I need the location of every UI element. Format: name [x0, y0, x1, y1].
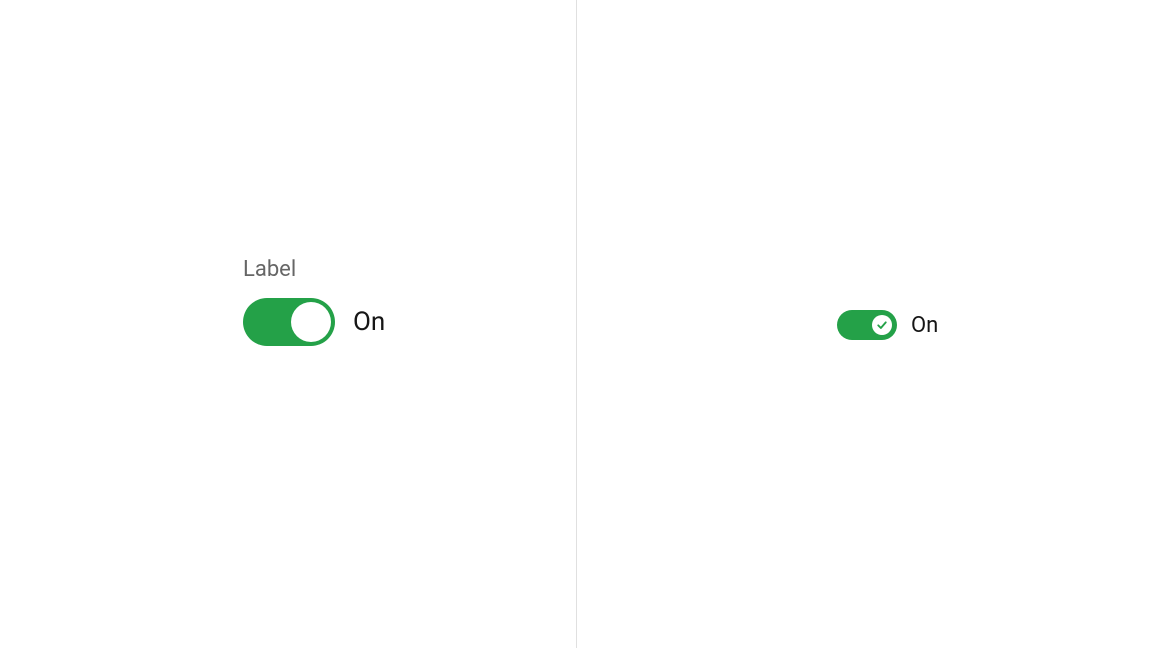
panel-right: On	[576, 0, 1152, 648]
panel-left: Label On	[0, 0, 576, 648]
toggle-status-text: On	[353, 307, 385, 337]
toggle-knob-small	[872, 315, 892, 335]
toggle-switch-large[interactable]	[243, 298, 335, 346]
toggle-switch-small[interactable]	[837, 310, 897, 340]
check-icon	[876, 319, 888, 331]
toggle-knob	[291, 302, 331, 342]
toggle-label: Label	[243, 257, 385, 282]
toggle-status-text-small: On	[911, 313, 938, 338]
toggle-group-large: Label On	[243, 257, 385, 346]
toggle-group-small: On	[837, 310, 938, 340]
toggle-row: On	[243, 298, 385, 346]
